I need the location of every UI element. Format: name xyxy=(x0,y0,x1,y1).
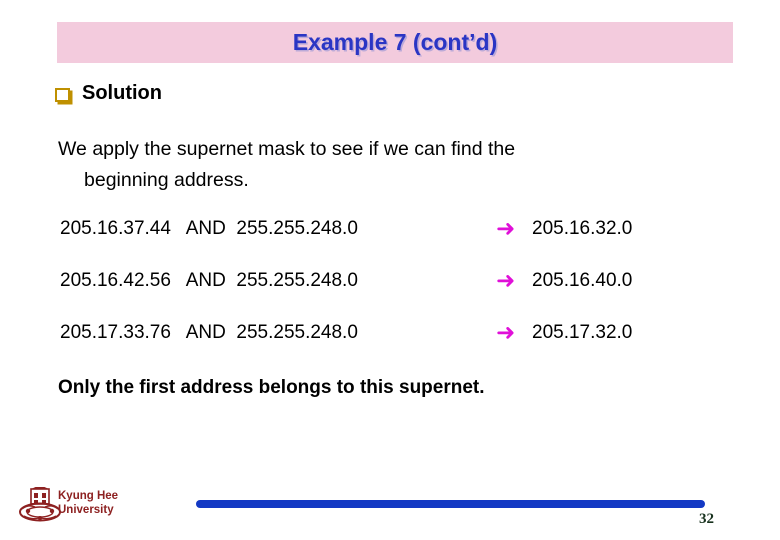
kyung-hee-crest-icon xyxy=(18,485,62,527)
calculation-row: 205.16.42.56 AND 255.255.248.0 ➜ 205.16.… xyxy=(0,268,780,322)
organization-name: Kyung Hee University xyxy=(58,489,118,517)
organization-name-line2: University xyxy=(58,504,114,516)
solution-heading: Solution xyxy=(55,82,162,105)
slide-canvas: Example 7 (cont’d) Solution We apply the… xyxy=(0,0,780,540)
page-number: 32 xyxy=(699,511,714,527)
calculation-result: 205.17.32.0 xyxy=(532,322,633,343)
solution-label: Solution xyxy=(82,82,162,104)
body-line-1: We apply the supernet mask to see if we … xyxy=(58,138,516,160)
calculation-expression: 205.16.42.56 AND 255.255.248.0 xyxy=(60,270,358,291)
page-title: Example 7 (cont’d) xyxy=(292,29,498,55)
calculation-expression: 205.16.37.44 AND 255.255.248.0 xyxy=(60,218,358,239)
calculation-result: 205.16.40.0 xyxy=(532,270,633,291)
right-arrow-icon: ➜ xyxy=(496,268,516,294)
body-line-2: beginning address. xyxy=(84,169,249,191)
calculation-row: 205.17.33.76 AND 255.255.248.0 ➜ 205.17.… xyxy=(0,320,780,374)
square-bullet-icon xyxy=(55,87,70,102)
right-arrow-icon: ➜ xyxy=(496,320,516,346)
calculation-expression: 205.17.33.76 AND 255.255.248.0 xyxy=(60,322,358,343)
calculation-row: 205.16.37.44 AND 255.255.248.0 ➜ 205.16.… xyxy=(0,216,780,270)
footer-divider-bar xyxy=(196,500,705,508)
body-paragraph: We apply the supernet mask to see if we … xyxy=(58,134,678,196)
calculation-result: 205.16.32.0 xyxy=(532,218,633,239)
organization-name-line1: Kyung Hee xyxy=(58,490,119,502)
conclusion-text: Only the first address belongs to this s… xyxy=(58,377,485,398)
calculation-list: 205.16.37.44 AND 255.255.248.0 ➜ 205.16.… xyxy=(0,216,780,374)
slide-title-banner: Example 7 (cont’d) xyxy=(57,22,733,63)
right-arrow-icon: ➜ xyxy=(496,216,516,242)
